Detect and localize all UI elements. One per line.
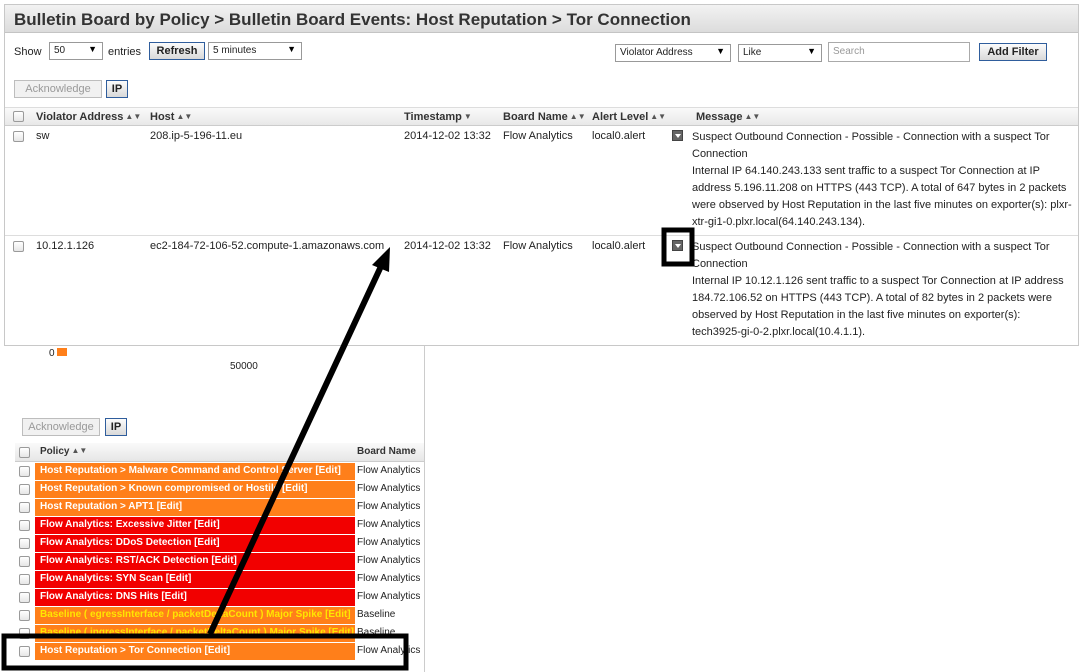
annotation-arrow (207, 260, 386, 636)
arrow-head-icon (372, 247, 390, 272)
highlight-box-policy (1, 633, 409, 671)
highlight-box-icon (661, 227, 695, 267)
annotation-overlay (1, 227, 695, 671)
